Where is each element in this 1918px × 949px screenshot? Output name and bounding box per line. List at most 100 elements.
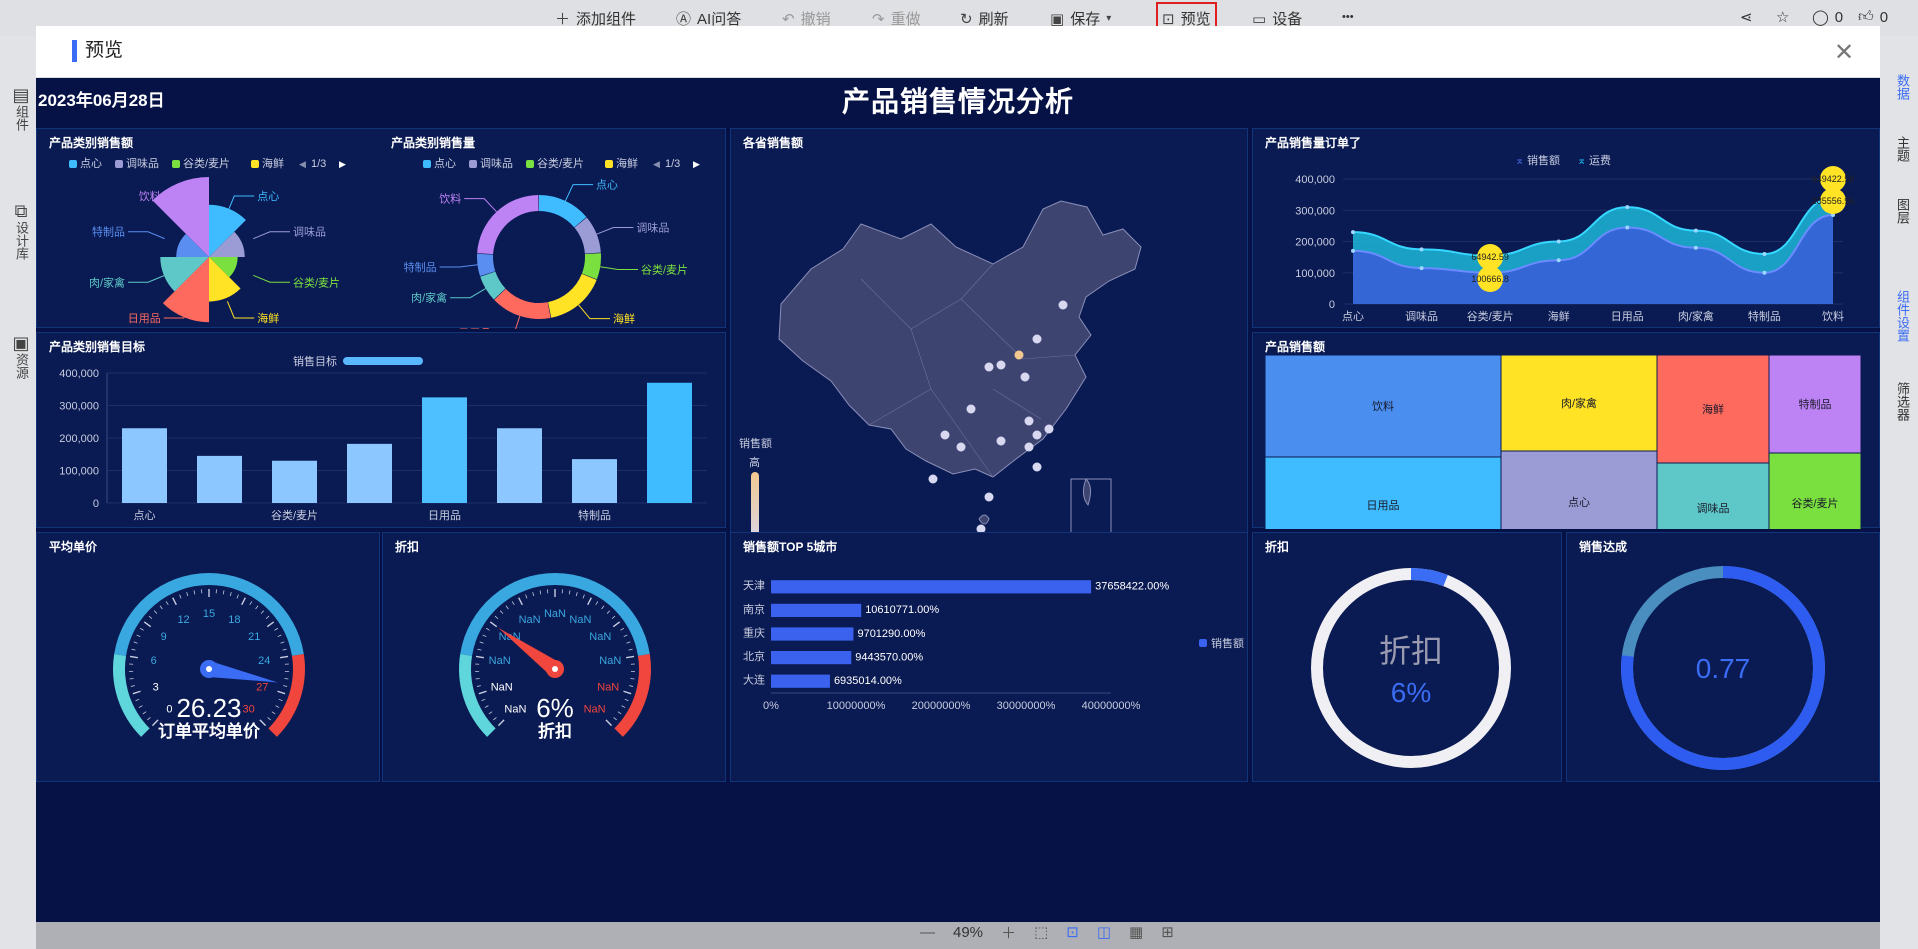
area-x-tick: 肉/家禽: [1678, 309, 1714, 323]
donut-label: 肉/家禽: [411, 291, 447, 305]
select-area-icon[interactable]: ⬚: [1034, 923, 1048, 941]
discount-gauge: NaNNaNNaNNaNNaNNaNNaNNaNNaNNaNNaN6%折扣: [459, 573, 651, 741]
preview-icon: ⊡: [1162, 10, 1175, 28]
share-icon[interactable]: ⋖: [1740, 8, 1753, 26]
modal-title: 预览: [72, 40, 123, 62]
right-tab-theme[interactable]: 主题: [1892, 136, 1910, 162]
gauge-tick: [148, 615, 153, 620]
gauge-tick: [255, 605, 259, 610]
rail-resources-label: 资源: [14, 353, 29, 379]
gauge-tick: [133, 641, 138, 644]
avg-price-gauge: 03 69 12 15 18 21 24 273026.23订单平均单价: [113, 573, 305, 741]
dashboard-title: 产品销售情况分析: [841, 86, 1074, 117]
monitor-icon: ▭: [1252, 10, 1267, 28]
target-bar: [572, 459, 617, 503]
gauge-tick: [135, 698, 140, 702]
right-tab-layers[interactable]: 图层: [1892, 198, 1910, 224]
gauge-value: 6%: [536, 693, 574, 723]
target-x-tick: 谷类/麦片: [271, 508, 318, 522]
fit-screen-icon[interactable]: ⊡: [1066, 923, 1079, 941]
gauge-tick-label: NaN: [569, 614, 591, 626]
gauge-tick-label: 18: [228, 614, 240, 626]
donut-leader-line: [464, 198, 497, 213]
area-x-tick: 点心: [1342, 310, 1364, 323]
ring-progress: [1411, 568, 1448, 587]
left-rail: ▤ 组件 ⧉ 设计库 ▣ 资源: [0, 36, 36, 949]
map-city-dot: [1032, 462, 1042, 472]
gauge-tick: [241, 597, 246, 606]
gauge-tick: [623, 690, 632, 695]
layout-icon[interactable]: ◫: [1097, 923, 1111, 941]
gauge-tick: [267, 717, 271, 721]
panel-category-charts: 产品类别销售额 产品类别销售量 点心 调味品 谷类/麦片 海鲜 ◀ 1/3 ▶ 点心 调味品 谷类…: [36, 128, 726, 329]
comment-button[interactable]: ◯ 0: [1812, 8, 1843, 27]
gauge-tick-label: NaN: [491, 681, 513, 693]
gauge-tick: [488, 711, 493, 715]
gauge-tick: [605, 719, 613, 727]
gauge-tick-label: 15: [203, 608, 215, 620]
gauge-tick: [259, 719, 267, 727]
rose-legend-next-icon: ▶: [339, 159, 346, 169]
target-bar: [347, 443, 392, 503]
gauge-needle-dot: [552, 666, 558, 672]
zoom-out-icon[interactable]: —: [920, 924, 935, 941]
area-x-tick: 海鲜: [1548, 309, 1570, 323]
gauge-tick: [159, 605, 163, 610]
area-marker-label: 64942.59: [1471, 252, 1509, 262]
undo-icon: ↶: [782, 10, 795, 28]
donut-slice: [494, 288, 551, 319]
right-tab-component-settings[interactable]: 组件设置: [1892, 290, 1910, 342]
gauge-tick: [284, 678, 289, 680]
ring-value: 0.77: [1696, 653, 1751, 684]
gauge-tick: [271, 711, 276, 715]
gauge-tick: [499, 610, 504, 614]
zoom-value[interactable]: 49%: [953, 924, 983, 941]
gauge-tick: [282, 648, 287, 651]
map-city-dot: [1024, 416, 1034, 426]
top5-bar: [771, 650, 852, 665]
rail-components[interactable]: ▤ 组件: [8, 86, 34, 134]
donut-label: 饮料: [439, 192, 461, 206]
table-icon[interactable]: ⊞: [1161, 923, 1174, 941]
rail-design-library[interactable]: ⧉ 设计库: [8, 202, 34, 263]
rose-legend-swatch: [251, 160, 259, 168]
top5-y-tick: 重庆: [743, 625, 765, 639]
gauge-tick: [624, 698, 629, 702]
map-city-dot: [996, 360, 1006, 370]
gauge-tick: [505, 605, 509, 610]
gauge-tick: [172, 597, 177, 606]
donut-legend-item: 点心: [434, 157, 456, 170]
rose-leader-line: [253, 231, 290, 240]
treemap-label: 日用品: [1367, 499, 1400, 512]
gauge-tick: [249, 601, 253, 606]
gauge-caption: 订单平均单价: [158, 721, 261, 741]
rose-legend-item: 谷类/麦片: [183, 156, 230, 170]
donut-slice: [539, 195, 587, 228]
map-city-dot: [1032, 430, 1042, 440]
right-tab-filters[interactable]: 筛选器: [1892, 382, 1910, 421]
gauge-tick-label: 21: [248, 631, 260, 643]
area-point: [1762, 252, 1767, 256]
china-outline: [778, 200, 1142, 478]
gauge-tick: [278, 698, 283, 702]
grid-icon[interactable]: ▦: [1129, 923, 1143, 941]
gauge-tick: [494, 615, 499, 620]
like-button[interactable]: 👍︎ 0: [1858, 8, 1888, 26]
area-marker-label: 649422.59: [1812, 174, 1855, 184]
gauge-tick-label: NaN: [597, 681, 619, 693]
zoom-in-icon[interactable]: ＋: [1001, 922, 1016, 943]
panel-target-bar: 产品类别销售目标 销售目标 0 100,000 200,000 300,000 400,0…: [36, 332, 726, 528]
rail-resources[interactable]: ▣ 资源: [8, 333, 34, 382]
south-sea-inset: [1070, 478, 1112, 535]
target-bar: [647, 382, 692, 503]
close-icon[interactable]: ✕: [1834, 38, 1854, 67]
more-button[interactable]: •••: [1342, 11, 1354, 23]
resource-icon: ▣: [12, 333, 30, 353]
gauge-tick: [229, 592, 232, 597]
donut-legend-next-icon: ▶: [693, 159, 700, 169]
right-tab-data[interactable]: 数据: [1892, 74, 1910, 100]
donut-slice: [477, 195, 539, 255]
donut-leader-line: [596, 227, 634, 235]
star-icon[interactable]: ☆: [1776, 8, 1789, 26]
rose-chart: 点心 调味品 谷类/麦片 海鲜 ◀ 1/3 ▶ 点心 调味品 谷类/麦片 海鲜 ◀ 1/3 ▶点心调味品谷…: [69, 156, 700, 329]
